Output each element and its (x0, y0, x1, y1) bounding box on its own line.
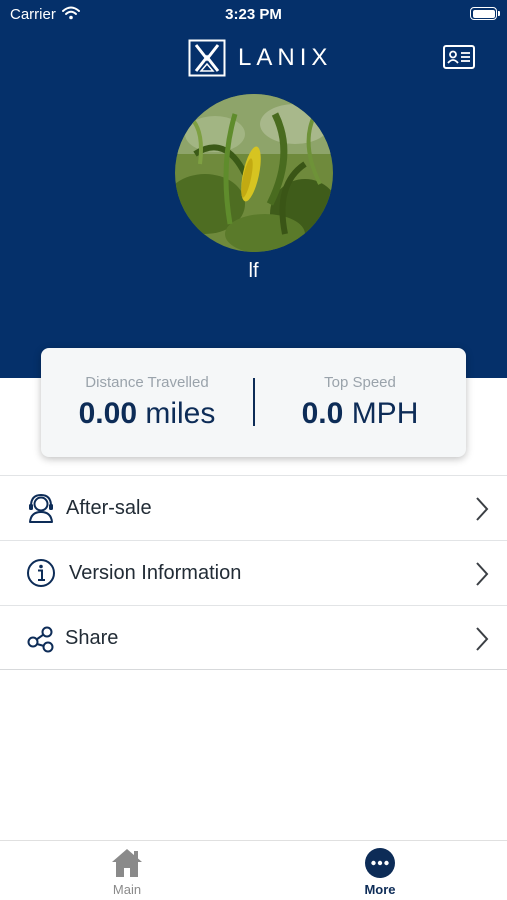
tab-label: Main (112, 882, 142, 897)
speed-value: 0.0 (301, 397, 344, 430)
stats-card: Distance Travelled 0.00 miles Top Speed … (41, 348, 466, 457)
speed-label: Top Speed (324, 374, 396, 391)
avatar[interactable] (175, 94, 333, 252)
status-time: 3:23 PM (225, 6, 282, 23)
speed-stat: Top Speed 0.0 MPH (254, 348, 466, 457)
tab-bar: Main More (0, 840, 507, 900)
menu-item-label: Share (65, 627, 119, 649)
brand-name: LANIX (238, 44, 333, 71)
tab-more[interactable]: More (320, 841, 440, 900)
username: lf (248, 260, 259, 282)
profile-header: Carrier 3:23 PM LANIX lf (0, 0, 507, 378)
share-icon (27, 626, 54, 653)
headset-person-icon (29, 493, 53, 523)
home-icon (112, 849, 142, 877)
distance-unit: miles (145, 397, 216, 430)
battery-icon (470, 7, 500, 20)
tab-main[interactable]: Main (67, 841, 187, 900)
speed-unit: MPH (351, 397, 419, 430)
id-card-icon[interactable] (443, 45, 475, 69)
menu-item-share[interactable]: Share (0, 605, 507, 670)
avatar-photo (175, 94, 333, 252)
lanix-logo-icon (188, 39, 226, 77)
info-icon (27, 559, 55, 587)
distance-stat: Distance Travelled 0.00 miles (41, 348, 253, 457)
distance-value: 0.00 (78, 397, 138, 430)
distance-label: Distance Travelled (85, 374, 209, 391)
brand-logo: LANIX (188, 38, 332, 78)
chevron-right-icon (476, 497, 489, 521)
menu-item-version-information[interactable]: Version Information (0, 540, 507, 605)
menu-item-label: After-sale (66, 497, 152, 519)
chevron-right-icon (476, 562, 489, 586)
settings-menu: After-sale Version Information Share (0, 475, 507, 670)
distance-value-line: 0.00 miles (41, 397, 253, 431)
more-icon (365, 848, 395, 878)
menu-item-after-sale[interactable]: After-sale (0, 475, 507, 540)
status-bar: Carrier 3:23 PM (0, 0, 507, 28)
speed-value-line: 0.0 MPH (254, 397, 466, 431)
menu-item-label: Version Information (69, 562, 242, 584)
tab-label: More (364, 882, 396, 897)
chevron-right-icon (476, 627, 489, 651)
